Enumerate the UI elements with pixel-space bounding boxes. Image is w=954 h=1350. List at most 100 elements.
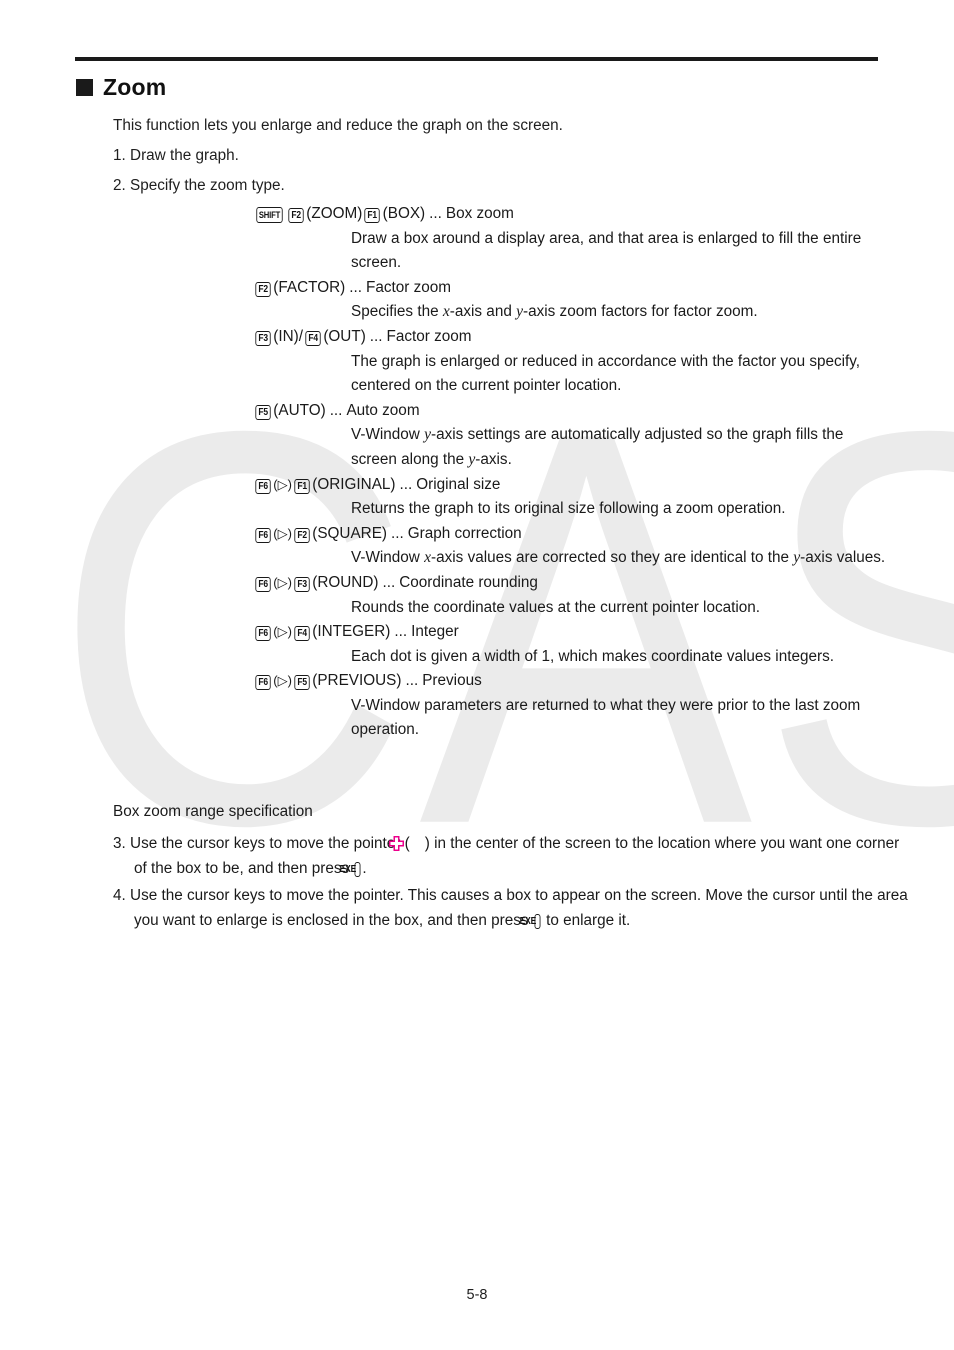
right-triangle-icon: (▷) <box>273 525 292 541</box>
spec-paren-integer: (INTEGER) <box>312 623 391 641</box>
step-3: 3. Use the cursor keys to move the point… <box>113 831 902 881</box>
spec-item-integer: F6 (▷) F4 (INTEGER) ... Integer Each dot… <box>253 620 893 669</box>
spec-dots-previous: ... <box>405 672 419 690</box>
spec-item-original: F6 (▷) F1 (ORIGINAL) ... Original size R… <box>253 473 893 522</box>
key-f5-icon: F5 <box>255 404 271 420</box>
step-4-text-part1: Use the cursor keys to move the pointer.… <box>130 887 908 929</box>
key-f6-icon: F6 <box>255 626 271 642</box>
key-f3-icon: F3 <box>294 576 310 592</box>
spec-desc-square: V-Window x-axis values are corrected so … <box>351 546 891 571</box>
spec-dots-integer: ... <box>394 623 408 641</box>
desc-text-pre: V-Window <box>351 549 425 567</box>
step-1-number: 1. <box>113 147 126 164</box>
spec-item-square: F6 (▷) F2 (SQUARE) ... Graph correction … <box>253 522 893 571</box>
right-triangle-icon: (▷) <box>273 673 292 689</box>
step-2-text: Specify the zoom type. <box>130 177 285 194</box>
spec-desc-auto: V-Window y-axis settings are automatical… <box>351 423 891 472</box>
key-f4-icon: F4 <box>305 330 321 346</box>
box-zoom-subheading: Box zoom range specification <box>113 803 313 820</box>
desc-text-pre: V-Window <box>351 426 425 444</box>
spec-dots-factor: ... <box>349 278 362 296</box>
spec-title-original: Original size <box>416 475 501 493</box>
spec-head-box: SHIFT F2 (ZOOM) F1 (BOX) ... Box zoom <box>253 202 893 227</box>
page-title-text: Zoom <box>103 74 167 100</box>
spec-paren-auto: (AUTO) <box>273 401 326 419</box>
spec-desc-in-out: The graph is enlarged or reduced in acco… <box>351 352 861 395</box>
spec-item-previous: F6 (▷) F5 (PREVIOUS) ... Previous V-Wind… <box>253 669 893 743</box>
spec-item-round: F6 (▷) F3 (ROUND) ... Coordinate roundin… <box>253 571 893 620</box>
key-f2-icon: F2 <box>255 281 271 297</box>
spec-desc-box: Draw a box around a display area, and th… <box>351 229 862 272</box>
spec-title-previous: Previous <box>422 672 482 690</box>
spec-title-factor: Factor zoom <box>365 278 451 296</box>
desc-text-mid: -axis and <box>449 303 517 321</box>
spec-dots-original: ... <box>399 475 413 493</box>
spec-dots-round: ... <box>382 573 396 591</box>
italic-x: x <box>442 303 450 321</box>
right-triangle-icon: (▷) <box>273 574 292 590</box>
step-2: 2. Specify the zoom type. <box>113 174 285 198</box>
spec-title-auto: Auto zoom <box>346 401 420 419</box>
key-f2-icon: F2 <box>288 208 304 223</box>
spec-paren-original: (ORIGINAL) <box>312 475 396 493</box>
key-f4-icon: F4 <box>294 626 310 642</box>
spec-paren-factor: (FACTOR) <box>273 278 346 296</box>
step-2-number: 2. <box>113 177 126 194</box>
spec-title-round: Coordinate rounding <box>399 573 538 591</box>
key-shift-icon: SHIFT <box>256 206 283 223</box>
step-4: 4. Use the cursor keys to move the point… <box>113 883 910 933</box>
spec-title-square: Graph correction <box>407 524 522 542</box>
zoom-option-list: SHIFT F2 (ZOOM) F1 (BOX) ... Box zoom Dr… <box>253 202 893 743</box>
step-1-text: Draw the graph. <box>130 147 239 164</box>
key-f6-icon: F6 <box>255 576 271 592</box>
spec-dots-box: ... <box>429 205 442 222</box>
desc-text-post: -axis. <box>475 450 512 468</box>
step-4-number: 4. <box>113 887 126 904</box>
italic-y: y <box>424 426 432 444</box>
desc-text-mid: -axis values are corrected so they are i… <box>431 549 794 567</box>
document-page: CASIO Zoom This function lets you enlarg… <box>0 0 954 1350</box>
page-title: Zoom <box>76 74 166 101</box>
key-f2-icon: F2 <box>294 527 310 543</box>
spec-item-auto: F5 (AUTO) ... Auto zoom V-Window y-axis … <box>253 399 893 473</box>
key-exe-icon: EXE <box>519 914 541 929</box>
spec-head-round: F6 (▷) F3 (ROUND) ... Coordinate roundin… <box>253 571 893 596</box>
spec-title-integer: Integer <box>411 623 459 641</box>
key-f6-icon: F6 <box>255 478 271 494</box>
spec-item-in-out: F3 (IN)/ F4 (OUT) ... Factor zoom The gr… <box>253 325 893 399</box>
step-1: 1. Draw the graph. <box>113 144 239 168</box>
key-f1-icon: F1 <box>364 208 381 223</box>
key-f6-icon: F6 <box>255 675 271 691</box>
spec-head-factor: F2 (FACTOR) ... Factor zoom <box>253 276 893 301</box>
step-3-number: 3. <box>113 835 126 852</box>
crosshair-pointer-icon <box>388 834 425 851</box>
spec-item-box: SHIFT F2 (ZOOM) F1 (BOX) ... Box zoom Dr… <box>253 202 893 276</box>
spec-paren-out: (OUT) <box>323 327 366 345</box>
right-triangle-icon: (▷) <box>273 476 292 492</box>
spec-item-factor: F2 (FACTOR) ... Factor zoom Specifies th… <box>253 276 893 325</box>
key-f1-icon: F1 <box>294 478 310 494</box>
key-f6-icon: F6 <box>255 527 271 543</box>
spec-head-square: F6 (▷) F2 (SQUARE) ... Graph correction <box>253 522 893 547</box>
spec-head-integer: F6 (▷) F4 (INTEGER) ... Integer <box>253 620 893 645</box>
desc-text-post: -axis values. <box>800 549 886 567</box>
spec-head-in-out: F3 (IN)/ F4 (OUT) ... Factor zoom <box>253 325 893 350</box>
spec-paren-box: (BOX) <box>382 205 426 222</box>
italic-y: y <box>516 303 524 321</box>
right-triangle-icon: (▷) <box>273 624 292 640</box>
spec-desc-factor: Specifies the x-axis and y-axis zoom fac… <box>351 300 891 325</box>
spec-head-auto: F5 (AUTO) ... Auto zoom <box>253 399 893 424</box>
spec-dots-auto: ... <box>329 401 343 419</box>
spec-head-original: F6 (▷) F1 (ORIGINAL) ... Original size <box>253 473 893 498</box>
spec-desc-round: Rounds the coordinate values at the curr… <box>351 598 761 616</box>
spec-title-box: Box zoom <box>445 205 514 222</box>
spec-desc-previous: V-Window parameters are returned to what… <box>351 696 861 739</box>
header-rule <box>75 57 878 61</box>
spec-desc-original: Returns the graph to its original size f… <box>351 500 786 518</box>
spec-paren-previous: (PREVIOUS) <box>312 672 402 690</box>
key-f3-icon: F3 <box>255 330 271 346</box>
desc-text-post: -axis zoom factors for factor zoom. <box>523 303 758 321</box>
italic-x: x <box>424 549 432 567</box>
key-f5-icon: F5 <box>294 675 310 691</box>
spec-dots-square: ... <box>391 524 404 542</box>
